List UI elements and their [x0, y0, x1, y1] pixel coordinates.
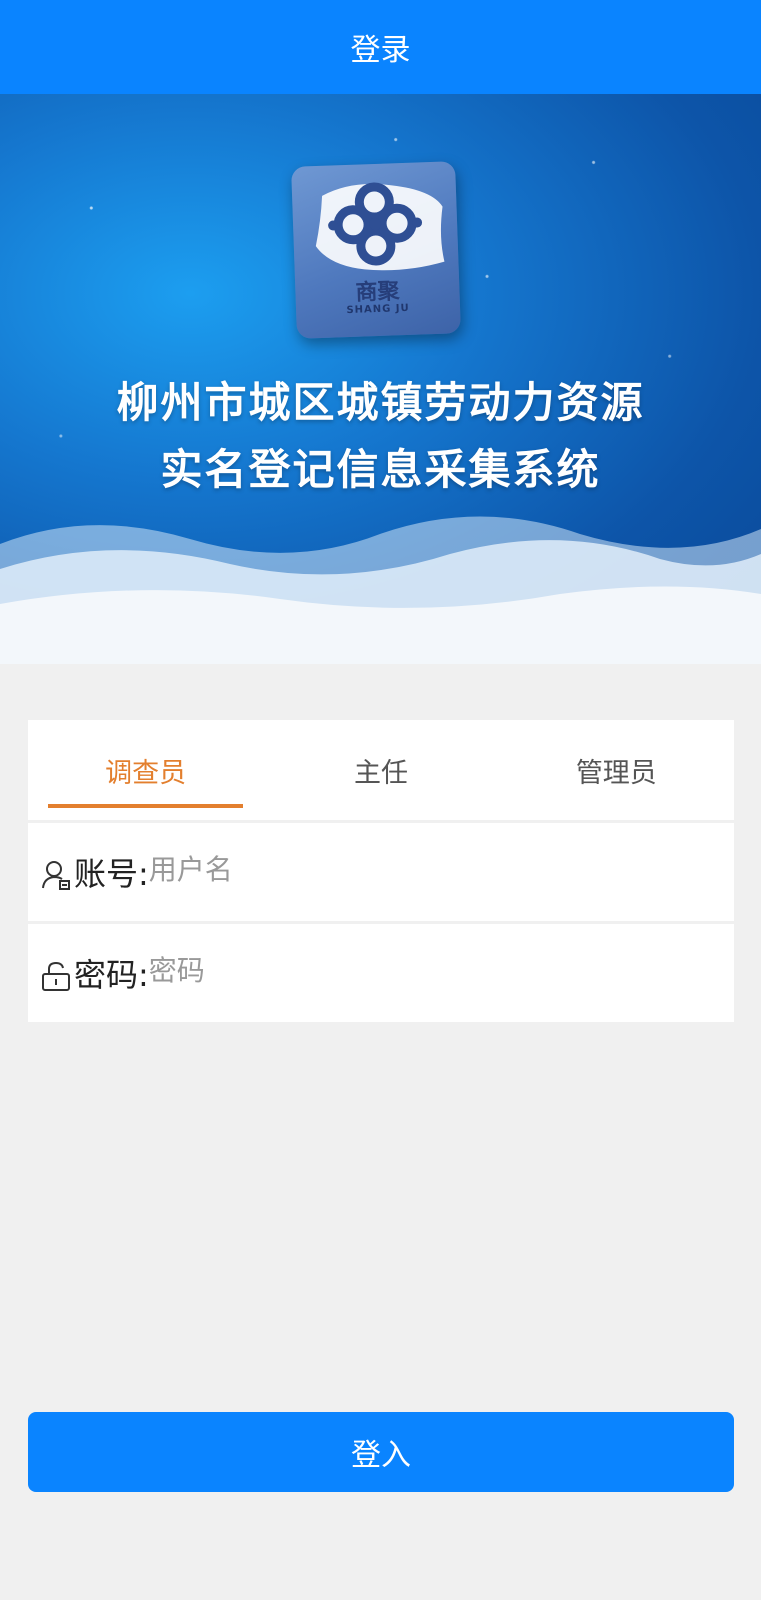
tab-investigator[interactable]: 调查员: [28, 720, 263, 820]
system-title-line2: 实名登记信息采集系统: [160, 445, 601, 494]
lock-icon: [42, 961, 70, 991]
page-title: 登录: [350, 33, 411, 68]
account-field-row: 账号:: [28, 823, 734, 921]
top-nav-bar: 登录: [0, 0, 761, 94]
banner: 商聚 SHANG JU 柳州市城区城镇劳动力资源 实名登记信息采集系统: [0, 94, 761, 664]
login-card: 调查员 主任 管理员 账号: 密码:: [28, 720, 734, 1022]
tab-admin[interactable]: 管理员: [499, 720, 734, 820]
login-button[interactable]: 登入: [28, 1412, 734, 1492]
password-input[interactable]: [148, 953, 649, 987]
password-field-row: 密码:: [28, 924, 734, 1022]
account-label: 账号:: [74, 855, 149, 893]
app-logo: 商聚 SHANG JU: [291, 161, 461, 339]
role-tabs: 调查员 主任 管理员: [28, 720, 734, 820]
system-title-line1: 柳州市城区城镇劳动力资源: [116, 378, 645, 427]
user-icon: [42, 861, 70, 890]
password-label: 密码:: [74, 956, 149, 994]
username-input[interactable]: [148, 852, 649, 886]
banner-waves: [0, 516, 761, 664]
tab-director[interactable]: 主任: [263, 720, 498, 820]
